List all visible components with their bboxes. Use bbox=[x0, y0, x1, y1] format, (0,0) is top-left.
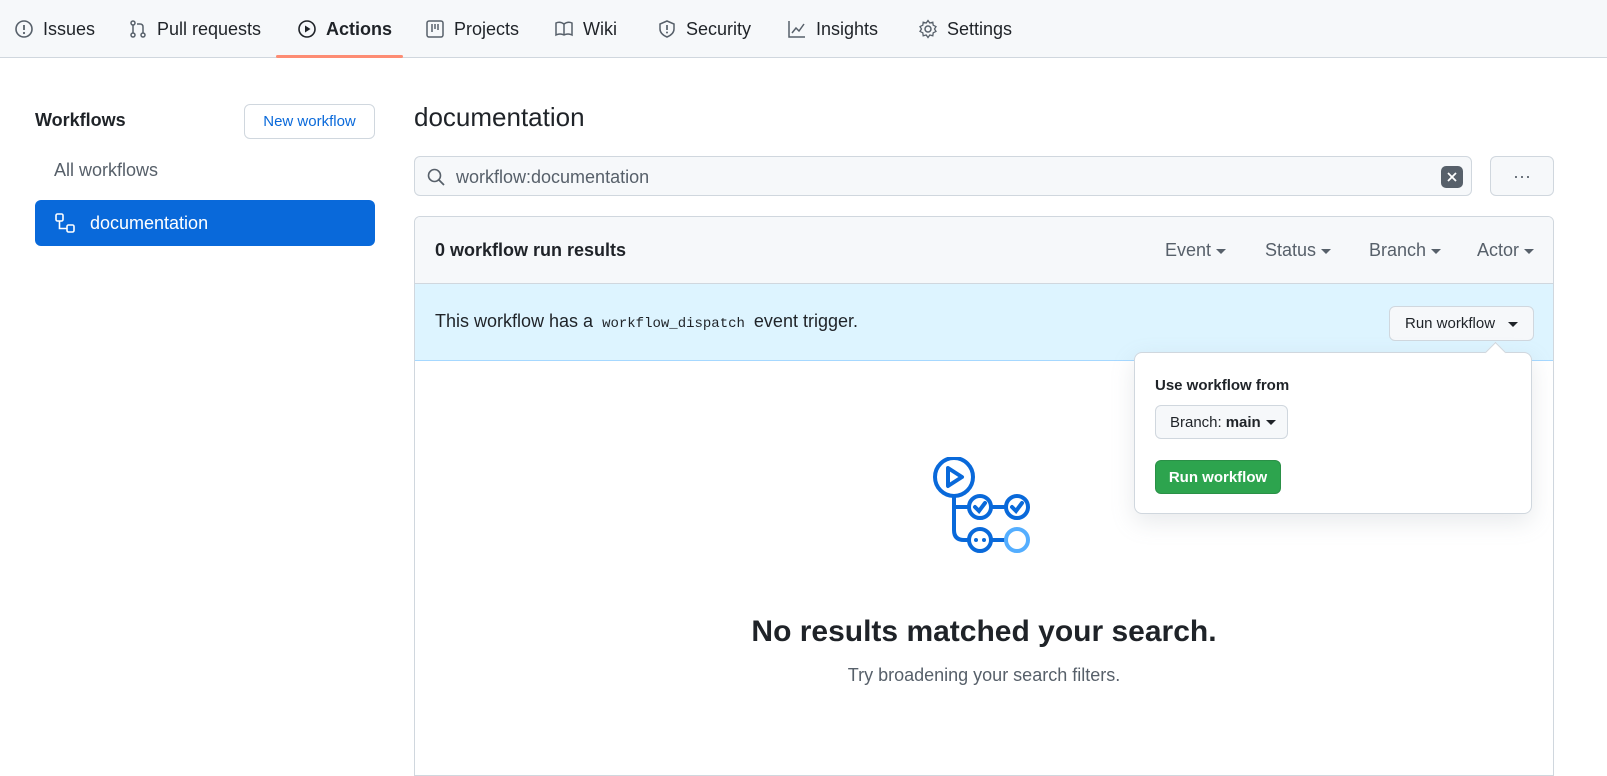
caret-down-icon bbox=[1265, 419, 1276, 425]
caret-down-icon bbox=[1431, 248, 1442, 254]
empty-state-subtitle: Try broadening your search filters. bbox=[847, 665, 1121, 685]
empty-state-title: No results matched your search. bbox=[751, 615, 1217, 648]
search-value: workflow:documentation bbox=[456, 167, 650, 187]
filter-branch[interactable]: Branch bbox=[1369, 240, 1442, 261]
pull-request-icon bbox=[128, 19, 148, 39]
caret-down-icon bbox=[1524, 248, 1535, 254]
gear-icon bbox=[918, 19, 938, 39]
play-icon bbox=[297, 19, 317, 39]
tab-settings[interactable]: Settings bbox=[918, 0, 1012, 58]
tab-issues[interactable]: Issues bbox=[14, 0, 95, 58]
page-title: documentation bbox=[414, 102, 585, 132]
caret-down-icon bbox=[1321, 248, 1332, 254]
branch-prefix: Branch: bbox=[1170, 413, 1222, 431]
tab-label: Settings bbox=[947, 18, 1013, 39]
project-icon bbox=[425, 19, 445, 39]
active-tab-indicator bbox=[276, 55, 403, 58]
run-workflow-popover: Use workflow from Branch: main Run workf… bbox=[1134, 352, 1532, 514]
new-workflow-button[interactable]: New workflow bbox=[244, 104, 375, 139]
filter-actor[interactable]: Actor bbox=[1477, 240, 1535, 261]
graph-icon bbox=[787, 19, 807, 39]
dispatch-banner: This workflow has a workflow_dispatch ev… bbox=[415, 284, 1553, 361]
dispatch-prefix: This workflow has a bbox=[435, 311, 594, 331]
run-workflow-submit-button[interactable]: Run workflow bbox=[1155, 460, 1281, 494]
filter-label: Event bbox=[1165, 240, 1212, 260]
tab-insights[interactable]: Insights bbox=[787, 0, 878, 58]
dispatch-code: workflow_dispatch bbox=[602, 316, 745, 332]
results-count: 0 workflow run results bbox=[435, 240, 627, 260]
results-header: 0 workflow run results Event Status Bran… bbox=[415, 217, 1553, 284]
sidebar-item-all-workflows[interactable]: All workflows bbox=[54, 160, 158, 181]
tab-label: Wiki bbox=[583, 18, 617, 39]
run-workflow-dropdown-button[interactable]: Run workflow bbox=[1389, 306, 1534, 341]
shield-icon bbox=[657, 19, 677, 39]
tab-projects[interactable]: Projects bbox=[425, 0, 519, 58]
filter-event[interactable]: Event bbox=[1165, 240, 1227, 261]
book-icon bbox=[554, 19, 574, 39]
filter-label: Status bbox=[1265, 240, 1317, 260]
tab-security[interactable]: Security bbox=[657, 0, 751, 58]
tab-label: Security bbox=[686, 18, 752, 39]
workflow-icon bbox=[54, 212, 76, 234]
branch-select-button[interactable]: Branch: main bbox=[1155, 405, 1288, 439]
filter-label: Branch bbox=[1369, 240, 1427, 260]
run-workflow-label: Run workflow bbox=[1405, 315, 1496, 332]
search-icon bbox=[426, 167, 446, 187]
tab-label: Projects bbox=[454, 18, 520, 39]
popover-label: Use workflow from bbox=[1155, 377, 1290, 394]
filter-status[interactable]: Status bbox=[1265, 240, 1332, 261]
tab-label: Actions bbox=[326, 18, 393, 39]
tab-label: Pull requests bbox=[157, 18, 262, 39]
search-input[interactable]: workflow:documentation bbox=[414, 156, 1472, 196]
issue-icon bbox=[14, 19, 34, 39]
sidebar-item-documentation[interactable]: documentation bbox=[35, 200, 375, 246]
filter-label: Actor bbox=[1477, 240, 1520, 260]
tab-label: Issues bbox=[43, 18, 96, 39]
clear-search-icon[interactable] bbox=[1441, 166, 1463, 188]
tab-wiki[interactable]: Wiki bbox=[554, 0, 617, 58]
branch-value: main bbox=[1225, 413, 1261, 431]
more-options-button[interactable]: ··· bbox=[1490, 156, 1554, 196]
tab-actions[interactable]: Actions bbox=[297, 0, 392, 58]
caret-down-icon bbox=[1508, 322, 1518, 327]
caret-down-icon bbox=[1216, 248, 1227, 254]
workflow-label: documentation bbox=[90, 212, 209, 233]
workflow-run-empty-icon bbox=[933, 457, 1030, 553]
sidebar-title: Workflows bbox=[35, 110, 126, 130]
repo-nav: Issues Pull requests Actions Projects Wi… bbox=[0, 0, 1607, 58]
tab-pull-requests[interactable]: Pull requests bbox=[128, 0, 261, 58]
dispatch-suffix: event trigger. bbox=[753, 311, 858, 331]
tab-label: Insights bbox=[816, 18, 879, 39]
dispatch-message: This workflow has a workflow_dispatch ev… bbox=[435, 311, 858, 332]
